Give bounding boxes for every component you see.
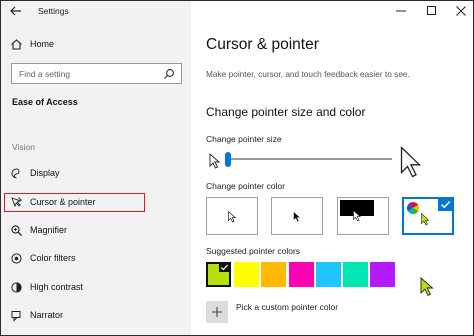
sidebar-item-high-contrast[interactable]: High contrast xyxy=(1,276,191,300)
large-pointer-icon xyxy=(400,146,422,178)
sidebar-item-home[interactable]: Home xyxy=(1,33,191,57)
plus-icon xyxy=(212,307,222,317)
suggested-color-swatch[interactable] xyxy=(234,262,259,287)
sidebar-home-label: Home xyxy=(30,39,55,49)
pointer-color-black-option[interactable] xyxy=(271,197,323,235)
sidebar-item-label: Narrator xyxy=(30,310,64,320)
pointer-size-slider-track[interactable] xyxy=(229,158,392,160)
pointer-section-title: Change pointer size and color xyxy=(206,105,366,119)
inverted-pointer-icon xyxy=(353,210,361,222)
suggested-color-swatch[interactable] xyxy=(316,262,341,287)
pointer-color-inverted-option[interactable] xyxy=(337,197,389,235)
sidebar: Settings Home Find a setting Ease of Acc… xyxy=(1,1,191,335)
suggested-colors-label: Suggested pointer colors xyxy=(206,246,301,256)
magnifier-icon xyxy=(10,224,23,237)
pointer-color-custom-option[interactable] xyxy=(402,197,454,235)
home-icon xyxy=(10,38,23,51)
pointer-color-white-option[interactable] xyxy=(206,197,258,235)
sidebar-item-label: Display xyxy=(30,168,60,178)
color-filter-icon xyxy=(10,252,23,265)
pointer-color-label: Change pointer color xyxy=(206,181,285,191)
suggested-color-swatch[interactable] xyxy=(261,262,286,287)
custom-color-label: Pick a custom pointer color xyxy=(236,302,339,312)
add-custom-color-button[interactable] xyxy=(206,301,228,323)
narrator-icon xyxy=(10,309,23,322)
sidebar-group-title: Vision xyxy=(12,142,35,152)
pointer-size-slider-thumb[interactable] xyxy=(225,152,231,167)
sidebar-item-color-filters[interactable]: Color filters xyxy=(1,247,191,271)
sidebar-section-title: Ease of Access xyxy=(12,97,78,107)
selected-check-icon xyxy=(438,198,453,211)
sidebar-item-label: High contrast xyxy=(30,282,84,292)
swatch-check-icon xyxy=(219,263,230,272)
search-input[interactable]: Find a setting xyxy=(11,63,182,84)
sidebar-item-narrator[interactable]: Narrator xyxy=(1,304,191,328)
page-title: Cursor & pointer xyxy=(206,36,319,53)
color-wheel-icon xyxy=(407,202,419,214)
sidebar-item-display[interactable]: Display xyxy=(1,162,191,186)
search-icon[interactable] xyxy=(163,68,175,80)
page-description: Make pointer, cursor, and touch feedback… xyxy=(206,69,410,79)
sidebar-item-label: Color filters xyxy=(30,253,76,263)
custom-pointer-icon xyxy=(421,213,430,226)
display-icon xyxy=(10,167,23,180)
preview-pointer-icon xyxy=(420,277,434,297)
black-pointer-icon xyxy=(293,211,301,223)
suggested-color-swatch[interactable] xyxy=(289,262,314,287)
pointer-size-label: Change pointer size xyxy=(206,134,282,144)
suggested-color-swatch[interactable] xyxy=(206,262,231,287)
selection-highlight xyxy=(4,193,145,212)
sidebar-item-magnifier[interactable]: Magnifier xyxy=(1,219,191,243)
suggested-color-swatch[interactable] xyxy=(370,262,395,287)
high-contrast-icon xyxy=(10,281,23,294)
main-content: Cursor & pointer Make pointer, cursor, a… xyxy=(191,1,473,335)
sidebar-item-label: Magnifier xyxy=(30,225,68,235)
settings-window: Settings Home Find a setting Ease of Acc… xyxy=(1,1,473,335)
small-pointer-icon xyxy=(209,153,220,169)
search-placeholder: Find a setting xyxy=(19,69,71,79)
white-pointer-icon xyxy=(228,211,236,223)
suggested-color-swatch[interactable] xyxy=(343,262,368,287)
